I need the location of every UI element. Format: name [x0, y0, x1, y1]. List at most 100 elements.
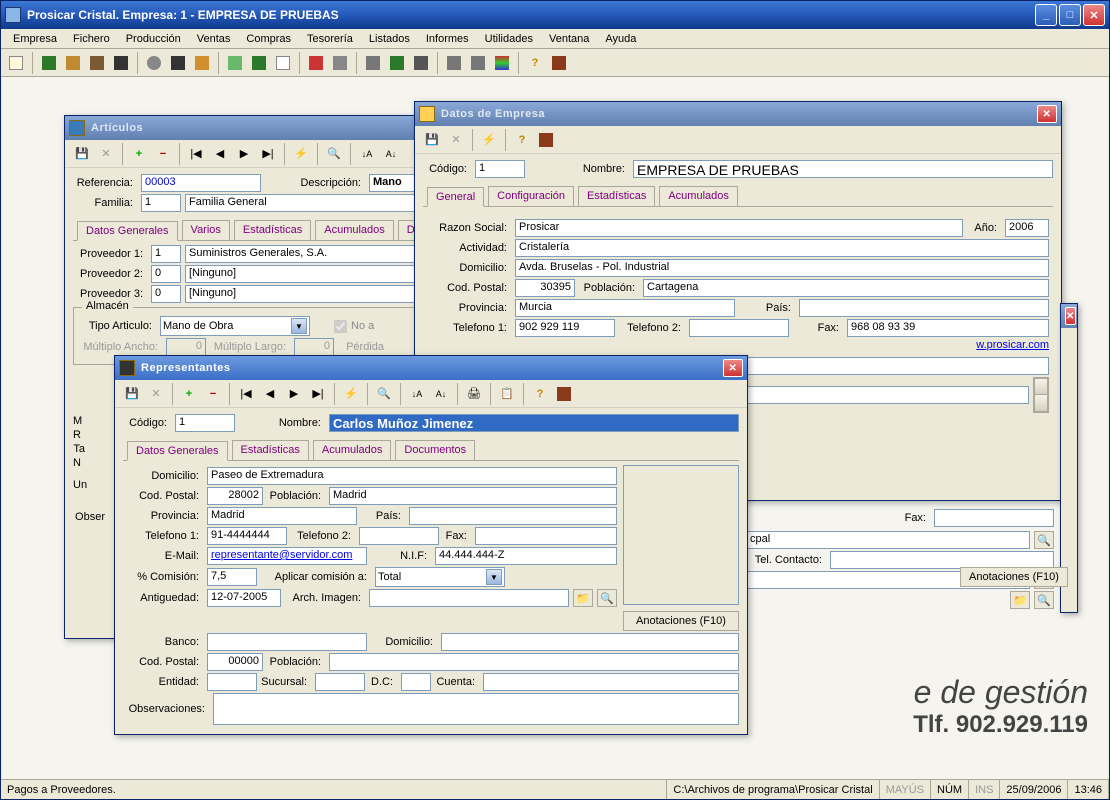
web-link[interactable]: w.prosicar.com [976, 339, 1049, 351]
last-icon[interactable]: ▶| [307, 383, 329, 405]
sort1-icon[interactable]: ↓A [406, 383, 428, 405]
tab-estadisticas[interactable]: Estadísticas [234, 220, 311, 240]
menu-utilidades[interactable]: Utilidades [477, 31, 541, 47]
bolt-icon[interactable]: ⚡ [290, 143, 312, 165]
cpal-input[interactable]: cpal [746, 531, 1030, 549]
repr-domicilio2-input[interactable] [441, 633, 739, 651]
prov2-code[interactable]: 0 [151, 265, 181, 283]
repr-titlebar[interactable]: Representantes ✕ [115, 356, 747, 380]
repr-provincia-input[interactable]: Madrid [207, 507, 357, 525]
tb-doc2-icon[interactable] [248, 52, 270, 74]
razon-input[interactable]: Prosicar [515, 219, 963, 237]
sort2-icon[interactable]: A↓ [430, 383, 452, 405]
repr-dc-input[interactable] [401, 673, 431, 691]
save-icon[interactable]: 💾 [421, 129, 443, 151]
menu-ayuda[interactable]: Ayuda [597, 31, 644, 47]
tab-general[interactable]: General [427, 187, 484, 207]
menu-listados[interactable]: Listados [361, 31, 418, 47]
delete-icon[interactable]: ✕ [445, 129, 467, 151]
emp-tel1-input[interactable]: 902 929 119 [515, 319, 615, 337]
tb-money-icon[interactable] [386, 52, 408, 74]
tb-new-icon[interactable] [5, 52, 27, 74]
repr-poblacion-input[interactable]: Madrid [329, 487, 617, 505]
chevron-down-icon[interactable]: ▼ [486, 569, 502, 585]
menu-informes[interactable]: Informes [418, 31, 477, 47]
repr-tel2-input[interactable] [359, 527, 439, 545]
tab-repr-estadisticas[interactable]: Estadísticas [232, 440, 309, 460]
emp-poblacion-input[interactable]: Cartagena [643, 279, 1049, 297]
tb-calc-icon[interactable] [410, 52, 432, 74]
anotaciones-button[interactable]: Anotaciones (F10) [960, 567, 1068, 587]
first-icon[interactable]: |◀ [185, 143, 207, 165]
minimize-button[interactable]: _ [1035, 4, 1057, 26]
tab-acumulados[interactable]: Acumulados [315, 220, 394, 240]
repr-archimagen-input[interactable] [369, 589, 569, 607]
help-icon[interactable]: ? [529, 383, 551, 405]
menu-tesoreria[interactable]: Tesorería [299, 31, 361, 47]
referencia-input[interactable]: 00003 [141, 174, 261, 192]
first-icon[interactable]: |◀ [235, 383, 257, 405]
prov3-code[interactable]: 0 [151, 285, 181, 303]
tb-tool2-icon[interactable] [467, 52, 489, 74]
empresa-codigo-input[interactable]: 1 [475, 160, 525, 178]
folder-icon[interactable]: 📁 [1010, 591, 1030, 609]
print-icon[interactable]: 🖨 [463, 383, 485, 405]
tb-red-icon[interactable] [305, 52, 327, 74]
bolt-icon[interactable]: ⚡ [478, 129, 500, 151]
ano-input[interactable]: 2006 [1005, 219, 1049, 237]
repr-domicilio-input[interactable]: Paseo de Extremadura [207, 467, 617, 485]
repr-close-button[interactable]: ✕ [723, 359, 743, 377]
tab-repr-documentos[interactable]: Documentos [395, 440, 475, 460]
tab-varios[interactable]: Varios [182, 220, 230, 240]
chevron-down-icon[interactable]: ▼ [291, 318, 307, 334]
repr-poblacion2-input[interactable] [329, 653, 739, 671]
binoculars-icon[interactable]: 🔍 [373, 383, 395, 405]
menu-ventana[interactable]: Ventana [541, 31, 597, 47]
repr-observaciones-input[interactable] [213, 693, 739, 725]
menu-compras[interactable]: Compras [238, 31, 299, 47]
search-icon[interactable]: 🔍 [1034, 531, 1054, 549]
repr-cp-input[interactable]: 28002 [207, 487, 263, 505]
tb-book3-icon[interactable] [86, 52, 108, 74]
menu-empresa[interactable]: Empresa [5, 31, 65, 47]
tb-doc1-icon[interactable] [224, 52, 246, 74]
repr-sucursal-input[interactable] [315, 673, 365, 691]
add-icon[interactable]: + [128, 143, 150, 165]
prov1-code[interactable]: 1 [151, 245, 181, 263]
tb-chart-icon[interactable] [491, 52, 513, 74]
empresa-nombre-input[interactable]: EMPRESA DE PRUEBAS [633, 160, 1053, 178]
tab-emp-estadisticas[interactable]: Estadísticas [578, 186, 655, 206]
tab-repr-datos[interactable]: Datos Generales [127, 441, 228, 461]
binoculars-icon[interactable]: 🔍 [323, 143, 345, 165]
familia-code-input[interactable]: 1 [141, 194, 181, 212]
tb-doc3-icon[interactable] [272, 52, 294, 74]
tb-person-icon[interactable] [167, 52, 189, 74]
tb-grid-icon[interactable] [329, 52, 351, 74]
remove-icon[interactable]: − [202, 383, 224, 405]
empresa-close-button[interactable]: ✕ [1037, 105, 1057, 123]
emp-domicilio-input[interactable]: Avda. Bruselas - Pol. Industrial [515, 259, 1049, 277]
repr-email-link[interactable]: representante@servidor.com [207, 547, 367, 565]
repr-codigo-input[interactable]: 1 [175, 414, 235, 432]
menu-fichero[interactable]: Fichero [65, 31, 118, 47]
exit-icon[interactable] [553, 383, 575, 405]
tb-book2-icon[interactable] [62, 52, 84, 74]
repr-anotaciones-button[interactable]: Anotaciones (F10) [623, 611, 739, 631]
next-icon[interactable]: ▶ [283, 383, 305, 405]
emp-tel2-input[interactable] [689, 319, 789, 337]
last-icon[interactable]: ▶| [257, 143, 279, 165]
tipo-combo[interactable]: Mano de Obra▼ [160, 316, 310, 336]
remove-icon[interactable]: − [152, 143, 174, 165]
prev-icon[interactable]: ◀ [259, 383, 281, 405]
repr-tel1-input[interactable]: 91-4444444 [207, 527, 287, 545]
help-icon[interactable]: ? [511, 129, 533, 151]
tb-print1-icon[interactable] [362, 52, 384, 74]
hidden-close-button[interactable]: ✕ [1065, 307, 1076, 325]
bolt-icon[interactable]: ⚡ [340, 383, 362, 405]
repr-fax-input[interactable] [475, 527, 617, 545]
repr-cp2-input[interactable]: 00000 [207, 653, 263, 671]
tab-emp-acumulados[interactable]: Acumulados [659, 186, 738, 206]
search-icon[interactable]: 🔍 [1034, 591, 1054, 609]
emp-fax-input[interactable]: 968 08 93 39 [847, 319, 1049, 337]
emp-pais-input[interactable] [799, 299, 1049, 317]
